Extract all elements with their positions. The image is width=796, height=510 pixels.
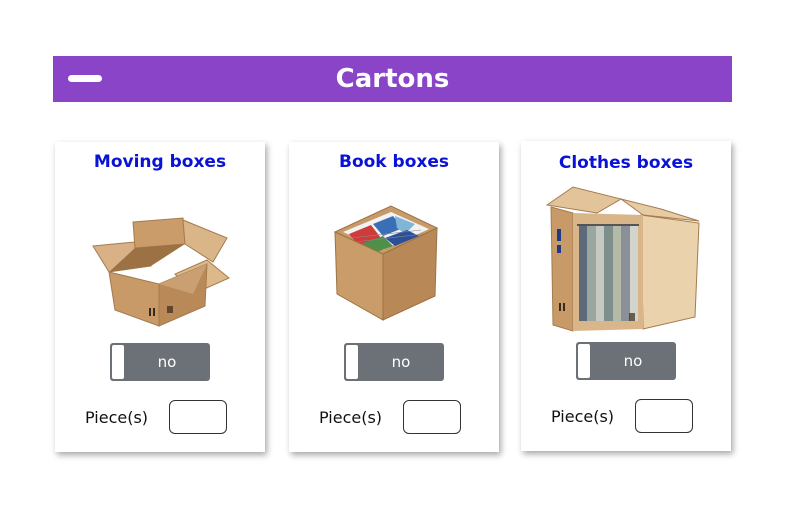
card-moving-boxes: Moving boxes no Piece(s) <box>55 142 265 452</box>
toggle-knob <box>577 343 591 379</box>
card-title: Moving boxes <box>93 152 227 172</box>
card-clothes-boxes: Clothes boxes no Piece(s) <box>521 141 731 451</box>
quantity-input[interactable] <box>169 400 227 434</box>
pieces-label: Piece(s) <box>319 408 383 427</box>
toggle-label: no <box>157 353 177 371</box>
card-book-boxes: Book boxes no Piece(s) <box>289 142 499 452</box>
header-bar: Cartons <box>53 56 732 102</box>
pieces-label: Piece(s) <box>551 407 615 426</box>
toggle-switch[interactable]: no <box>576 342 676 380</box>
quantity-input[interactable] <box>635 399 693 433</box>
box-with-books-image <box>333 205 439 321</box>
quantity-input[interactable] <box>403 400 461 434</box>
toggle-switch[interactable]: no <box>110 343 210 381</box>
page-title: Cartons <box>335 64 450 94</box>
toggle-knob <box>111 344 125 380</box>
toggle-knob <box>345 344 359 380</box>
card-title: Clothes boxes <box>558 153 694 173</box>
toggle-switch[interactable]: no <box>344 343 444 381</box>
open-cardboard-box-image <box>92 217 230 327</box>
wardrobe-box-image <box>545 186 700 332</box>
card-title: Book boxes <box>338 152 449 172</box>
toggle-label: no <box>623 352 643 370</box>
pieces-label: Piece(s) <box>85 408 149 427</box>
cartons-page: Cartons Moving boxes no Piece(s) Book bo… <box>0 0 796 510</box>
toggle-label: no <box>391 353 411 371</box>
